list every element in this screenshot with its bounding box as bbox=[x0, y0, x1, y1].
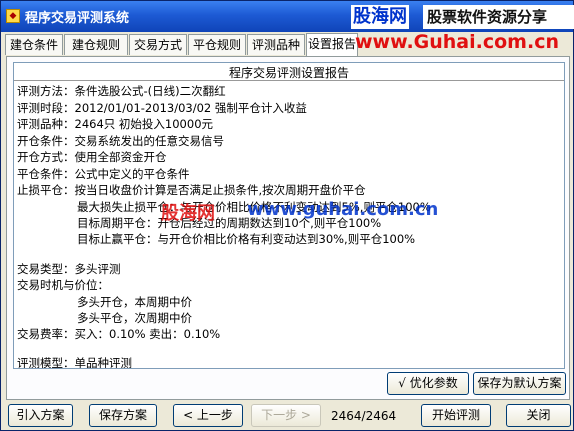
save-default-button[interactable]: 保存为默认方案 bbox=[473, 372, 566, 395]
close-button[interactable]: 关闭 bbox=[506, 404, 571, 427]
watermark-logo: 股海网 bbox=[351, 5, 409, 29]
optimize-button[interactable]: √ 优化参数 bbox=[387, 372, 469, 395]
report-line: 交易费率：买入：0.10% 卖出：0.10% bbox=[17, 327, 221, 341]
report-line: 交易类型：多头评测 bbox=[17, 262, 121, 276]
report-line: 交易时机与价位： bbox=[17, 278, 109, 292]
save-scheme-button[interactable]: 保存方案 bbox=[89, 404, 157, 427]
watermark-url: www.Guhai.com.cn bbox=[355, 31, 559, 53]
report-line: 评测时段：2012/01/01-2013/03/02 强制平仓计入收益 bbox=[17, 101, 307, 115]
progress-count: 2464/2464 bbox=[331, 409, 397, 423]
report-line: 评测品种：2464只 初始投入10000元 bbox=[17, 117, 214, 131]
start-test-button[interactable]: 开始评测 bbox=[421, 404, 491, 427]
report-line: 多头平仓，次周期中价 bbox=[77, 311, 192, 325]
report-line: 开仓方式：使用全部资金开仓 bbox=[17, 150, 167, 164]
report-line: 开仓条件：交易系统发出的任意交易信号 bbox=[17, 134, 224, 148]
tab-close-rules[interactable]: 平仓规则 bbox=[188, 34, 246, 55]
watermark-mid-logo: 股海网 bbox=[161, 203, 215, 224]
tab-open-rules[interactable]: 建仓规则 bbox=[64, 34, 128, 55]
report-line: 平仓条件：公式中定义的平仓条件 bbox=[17, 167, 190, 181]
window-title: 程序交易评测系统 bbox=[25, 11, 130, 26]
report-title: 程序交易评测设置报告 bbox=[228, 66, 349, 80]
main-window: ◆ 程序交易评测系统 股海网 股票软件资源分享 www.Guhai.com.cn… bbox=[0, 0, 574, 431]
app-icon: ◆ bbox=[6, 9, 20, 23]
report-line: 止损平仓：按当日收盘价计算是否满足止损条件,按次周期开盘价平仓 bbox=[17, 183, 366, 197]
title-bar[interactable]: ◆ 程序交易评测系统 股海网 股票软件资源分享 bbox=[1, 1, 574, 32]
watermark-slogan: 股票软件资源分享 bbox=[423, 5, 574, 29]
prev-step-button[interactable]: < 上一步 bbox=[173, 404, 243, 427]
report-line: 评测方法：条件选股公式-(日线)二次翻红 bbox=[17, 84, 226, 98]
tab-report[interactable]: 设置报告 bbox=[306, 33, 358, 56]
report-line: 评测模型：单品种评测 bbox=[17, 356, 132, 369]
report-panel: 程序交易评测设置报告 评测方法：条件选股公式-(日线)二次翻红 评测时段：201… bbox=[6, 56, 570, 400]
import-scheme-button[interactable]: 引入方案 bbox=[8, 404, 73, 427]
watermark-mid-url: www.guhai.com.cn bbox=[247, 199, 439, 220]
report-line: 目标止赢平仓：与开仓价相比价格有利变动达到30%,则平仓100% bbox=[77, 232, 416, 246]
tab-test-symbols[interactable]: 评测品种 bbox=[247, 34, 305, 55]
report-line: 多头开仓，本周期中价 bbox=[77, 295, 192, 309]
divider bbox=[14, 80, 564, 81]
tab-trade-mode[interactable]: 交易方式 bbox=[129, 34, 187, 55]
tab-open-condition[interactable]: 建仓条件 bbox=[5, 34, 63, 55]
next-step-button[interactable]: 下一步 > bbox=[251, 404, 321, 427]
